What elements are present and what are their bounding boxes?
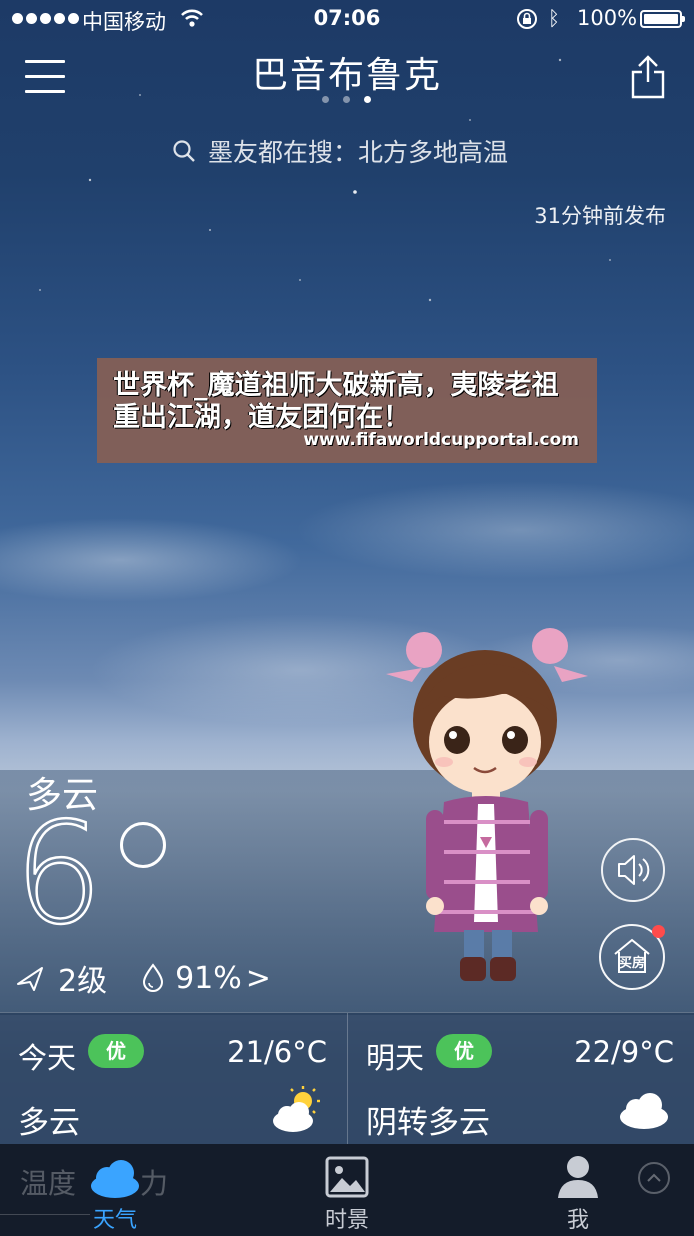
tab-label: 时景: [324, 1208, 369, 1233]
publish-time: 31分钟前发布: [534, 204, 666, 228]
aqi-badge: 优: [88, 1034, 144, 1068]
battery-icon: [640, 10, 685, 28]
forecast-condition: 多云: [18, 1105, 80, 1141]
tab-profile[interactable]: 我: [523, 1144, 633, 1236]
tab-bar: 温度 力 天气 时景 我: [0, 1144, 694, 1236]
avatar-character[interactable]: [382, 622, 592, 987]
rotation-lock-icon: [517, 9, 537, 29]
battery-percent: 100%: [577, 6, 638, 30]
degree-symbol: [120, 822, 166, 868]
trending-search[interactable]: 墨友都在搜：北方多地高温: [172, 134, 508, 168]
tab-scenery[interactable]: 时景: [292, 1144, 402, 1236]
cloud-icon: [620, 1093, 668, 1129]
chevron-right-icon: >: [245, 960, 271, 996]
forecast-day: 明天: [366, 1041, 425, 1075]
humidity-icon: [143, 963, 164, 992]
ad-headline: 世界杯_魔道祖师大破新高，夷陵老祖重出江湖，道友团何在！: [113, 370, 559, 433]
house-label: 买房: [618, 956, 645, 971]
tab-label: 我: [566, 1208, 589, 1233]
chevron-up-icon: [647, 1173, 661, 1182]
collapse-button[interactable]: [638, 1162, 670, 1194]
buy-house-button[interactable]: 买房: [599, 924, 665, 990]
ad-url: www.fifaworldcupportal.com: [303, 430, 579, 450]
humidity-value: 91%: [175, 960, 242, 996]
bluetooth-icon: ᛒ: [548, 6, 560, 30]
forecast-condition: 阴转多云: [366, 1105, 490, 1141]
page-dot: [343, 96, 350, 103]
notification-badge: [652, 925, 665, 938]
aqi-badge: 优: [436, 1034, 492, 1068]
wind-level: 2级: [58, 964, 108, 999]
forecast-tomorrow[interactable]: 明天 优 22/9°C 阴转多云: [347, 1013, 694, 1145]
ad-banner[interactable]: 世界杯_魔道祖师大破新高，夷陵老祖重出江湖，道友团何在！ www.fifawor…: [97, 358, 597, 463]
forecast-strip: 今天 优 21/6°C 多云 明天 优 22/9°C 阴转多云: [0, 1012, 694, 1145]
search-icon: [173, 140, 195, 162]
page-dot-active: [364, 96, 371, 103]
forecast-day: 今天: [18, 1041, 77, 1075]
tab-weather[interactable]: 天气: [60, 1144, 170, 1236]
status-bar: 中国移动 07:06 ᛒ 100%: [0, 0, 694, 38]
wind-icon: [17, 967, 43, 991]
search-text: 墨友都在搜：北方多地高温: [208, 138, 509, 167]
picture-icon: [325, 1156, 369, 1198]
current-metrics[interactable]: 2级 91% >: [16, 956, 271, 1000]
partly-sunny-icon: [273, 1086, 320, 1132]
voice-broadcast-button[interactable]: [601, 838, 665, 902]
current-temperature: 6: [13, 793, 105, 956]
temperature-range: 21/6°C: [227, 1035, 327, 1069]
speaker-icon: [618, 855, 650, 885]
tab-label: 天气: [92, 1208, 137, 1233]
cloud-icon: [91, 1160, 139, 1198]
temperature-range: 22/9°C: [574, 1035, 674, 1069]
page-dot: [322, 96, 329, 103]
city-title: 巴音布鲁克: [251, 55, 442, 96]
page-indicator: [322, 96, 371, 103]
forecast-today[interactable]: 今天 优 21/6°C 多云: [0, 1013, 347, 1145]
share-icon[interactable]: [630, 54, 666, 100]
user-icon: [558, 1156, 598, 1198]
